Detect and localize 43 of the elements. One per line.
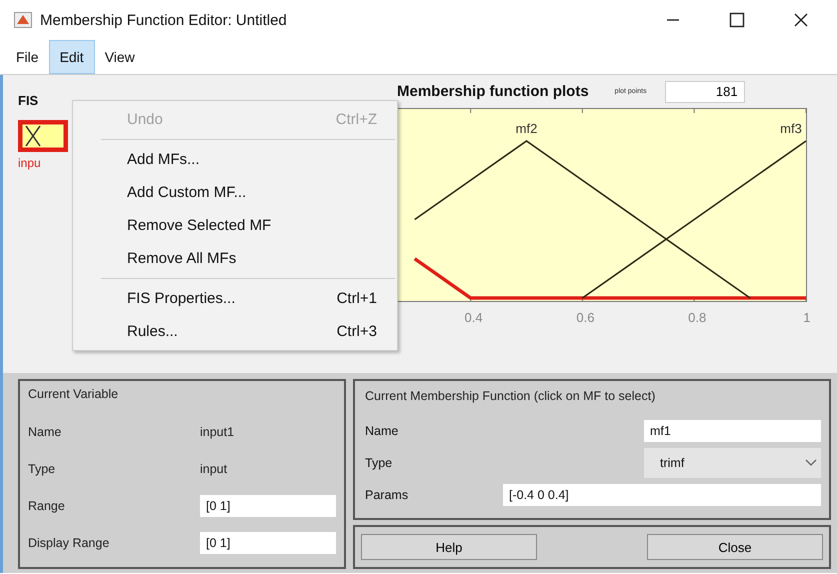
window-title: Membership Function Editor: Untitled <box>40 12 288 28</box>
plot-title: Membership function plots <box>397 83 589 100</box>
close-button[interactable]: Close <box>647 534 823 560</box>
shortcut-label: Ctrl+3 <box>336 323 377 340</box>
menu-item[interactable]: View <box>94 40 145 74</box>
type-dropdown[interactable]: trimf <box>644 448 821 478</box>
input-field[interactable]: [0 1] <box>200 494 336 516</box>
input-field[interactable]: mf1 <box>644 420 821 442</box>
panel-title: Current Membership Function (click on MF to select) <box>365 389 656 405</box>
field-label: Name <box>28 424 62 438</box>
points-field[interactable]: 181 <box>664 80 745 102</box>
input-variable-icon[interactable] <box>18 120 68 152</box>
field-label: Name <box>365 424 400 438</box>
field-label: Range <box>28 498 66 512</box>
mf-line[interactable] <box>414 257 806 300</box>
variable-label: inpu <box>18 156 41 170</box>
mf-line[interactable] <box>582 140 806 299</box>
menu-item[interactable]: Edit <box>48 40 95 74</box>
field-label: Display Range <box>28 536 110 550</box>
field-label: Params <box>365 488 410 502</box>
menu-entry[interactable]: Rules... Ctrl+3 <box>73 315 397 348</box>
field-label: Type <box>365 456 394 470</box>
value-text: input1 <box>200 424 234 438</box>
mf-label: mf2 <box>516 121 538 136</box>
input-field[interactable]: [-0.4 0 0.4] <box>503 484 821 506</box>
tick-label: 0.6 <box>576 310 594 325</box>
menu-item[interactable]: File <box>6 40 49 74</box>
app-icon <box>14 12 32 28</box>
tick-label: 1 <box>803 310 810 325</box>
section-label: FIS <box>18 93 40 108</box>
close-icon[interactable] <box>793 12 809 28</box>
panel-title: Current Variable <box>28 387 120 403</box>
maximize-icon[interactable] <box>729 12 745 28</box>
mf-label: mf3 <box>780 121 802 136</box>
value-text: input <box>200 462 228 476</box>
input-field[interactable]: [0 1] <box>200 532 336 554</box>
tick-label: 0.8 <box>688 310 706 325</box>
chevron-icon <box>805 459 817 467</box>
mf-line[interactable] <box>414 140 751 299</box>
field-label: Type <box>28 462 56 476</box>
help-button[interactable]: Help <box>361 534 537 560</box>
tick-label: 0.4 <box>464 310 483 325</box>
shortcut-label: Ctrl+Z <box>336 111 377 128</box>
